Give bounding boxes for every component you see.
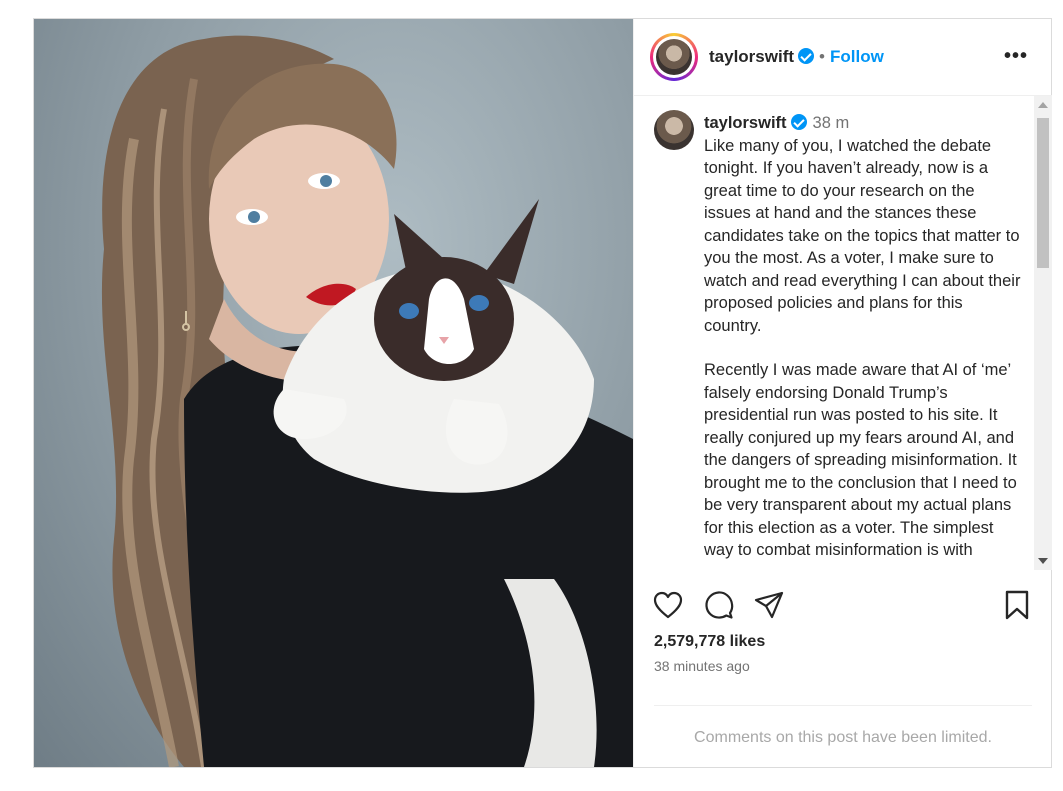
caption-username[interactable]: taylorswift [704, 114, 787, 132]
avatar-image [656, 39, 692, 75]
scroll-down-arrow-icon[interactable] [1038, 558, 1048, 564]
avatar-ring-inner [653, 36, 695, 78]
caption-scrollbar[interactable] [1034, 96, 1052, 570]
caption-scroll-area[interactable]: taylorswift 38 m Like many of you, I watc… [634, 96, 1034, 570]
caption-paragraph-2: Recently I was made aware that AI of ‘me… [704, 361, 1017, 559]
verified-badge-icon [790, 114, 807, 130]
photo-illustration [101, 35, 633, 767]
caption-time: 38 m [812, 114, 850, 132]
comments-limited-notice: Comments on this post have been limited. [694, 729, 992, 746]
caption-text: taylorswift 38 m Like many of you, I watc… [704, 112, 1022, 570]
post-timestamp[interactable]: 38 minutes ago [654, 658, 750, 674]
bookmark-icon[interactable] [1004, 590, 1030, 620]
likes-count[interactable]: 2,579,778 likes [654, 633, 765, 651]
header-username[interactable]: taylorswift [709, 47, 794, 66]
comments-divider [654, 705, 1032, 706]
verified-badge-icon [798, 48, 815, 64]
send-icon[interactable] [754, 590, 784, 620]
action-bar [634, 570, 1052, 630]
scroll-up-arrow-icon[interactable] [1038, 102, 1048, 108]
heart-icon[interactable] [653, 591, 683, 619]
comment-icon[interactable] [704, 590, 734, 620]
header-user-row: taylorswift • Follow [709, 47, 884, 67]
post-container: taylorswift • Follow ••• taylorswift 38 m L… [33, 18, 1052, 768]
follow-button[interactable]: Follow [830, 47, 884, 66]
post-side-panel: taylorswift • Follow ••• taylorswift 38 m L… [633, 19, 1052, 767]
post-header: taylorswift • Follow ••• [634, 19, 1052, 96]
caption-avatar[interactable] [654, 110, 694, 150]
profile-avatar[interactable] [650, 33, 698, 81]
post-photo[interactable] [34, 19, 633, 767]
caption-paragraph-1: Like many of you, I watched the debate t… [704, 136, 1021, 335]
scrollbar-thumb[interactable] [1037, 118, 1049, 268]
separator-dot: • [819, 47, 825, 66]
more-options-icon[interactable]: ••• [1004, 45, 1028, 68]
